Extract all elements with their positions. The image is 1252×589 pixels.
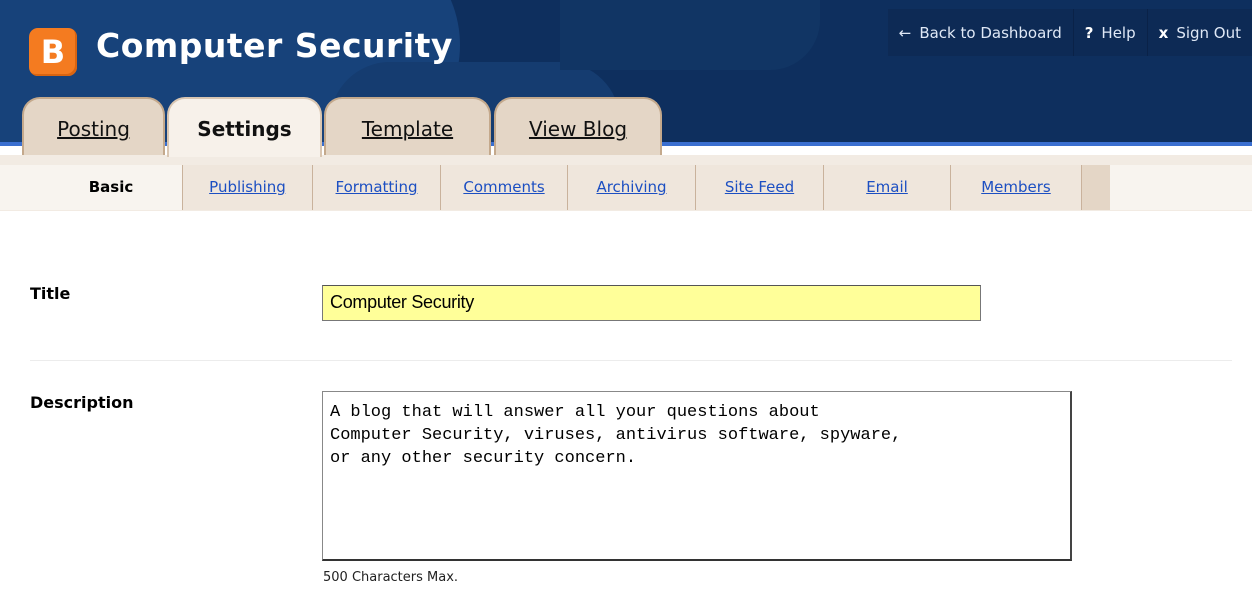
description-label: Description — [30, 393, 134, 412]
back-to-dashboard-link[interactable]: ← Back to Dashboard — [888, 9, 1073, 56]
subtab-site-feed-label: Site Feed — [724, 178, 795, 196]
blogger-logo-icon[interactable]: B — [29, 28, 77, 76]
tab-view-blog-label: View Blog — [528, 117, 628, 141]
back-to-dashboard-label: Back to Dashboard — [919, 23, 1062, 42]
settings-sub-tabs: Basic Publishing Formatting Comments Arc… — [40, 165, 1110, 210]
help-link[interactable]: ? Help — [1072, 9, 1147, 56]
sign-out-label: Sign Out — [1176, 23, 1241, 42]
subtab-comments[interactable]: Comments — [440, 165, 567, 210]
description-char-limit: 500 Characters Max. — [323, 570, 459, 585]
sign-out-icon: x — [1158, 23, 1169, 42]
title-input[interactable]: Computer Security — [322, 285, 981, 321]
title-label: Title — [30, 284, 71, 303]
tab-template[interactable]: Template — [324, 97, 491, 155]
help-label: Help — [1101, 23, 1136, 42]
account-links: ← Back to Dashboard ? Help x Sign Out — [887, 9, 1252, 56]
subtab-email[interactable]: Email — [823, 165, 950, 210]
tab-posting-label: Posting — [57, 117, 130, 141]
tab-settings-label: Settings — [197, 117, 292, 141]
subtab-publishing-label: Publishing — [209, 178, 286, 196]
subtab-publishing[interactable]: Publishing — [182, 165, 312, 210]
subtab-formatting[interactable]: Formatting — [312, 165, 440, 210]
tab-template-label: Template — [361, 117, 454, 141]
help-icon: ? — [1084, 23, 1094, 42]
subtab-end-cap — [1081, 165, 1110, 210]
logo-letter: B — [40, 33, 66, 71]
subtab-archiving[interactable]: Archiving — [567, 165, 695, 210]
blog-title: Computer Security — [96, 26, 453, 65]
subtab-basic[interactable]: Basic — [40, 165, 182, 210]
back-arrow-icon: ← — [898, 23, 912, 42]
header-decoration — [560, 0, 820, 70]
tab-posting[interactable]: Posting — [22, 97, 165, 155]
subtab-email-label: Email — [866, 178, 908, 196]
form-divider — [30, 360, 1232, 361]
subtab-members[interactable]: Members — [950, 165, 1081, 210]
subtab-members-label: Members — [981, 178, 1051, 196]
subtab-formatting-label: Formatting — [335, 178, 418, 196]
tab-view-blog[interactable]: View Blog — [494, 97, 662, 155]
subtab-archiving-label: Archiving — [596, 178, 667, 196]
subtab-basic-label: Basic — [88, 178, 134, 196]
sign-out-link[interactable]: x Sign Out — [1146, 9, 1252, 56]
description-textarea[interactable]: A blog that will answer all your questio… — [322, 391, 1072, 561]
subtab-site-feed[interactable]: Site Feed — [695, 165, 823, 210]
tab-settings[interactable]: Settings — [167, 97, 322, 157]
subtab-comments-label: Comments — [463, 178, 545, 196]
